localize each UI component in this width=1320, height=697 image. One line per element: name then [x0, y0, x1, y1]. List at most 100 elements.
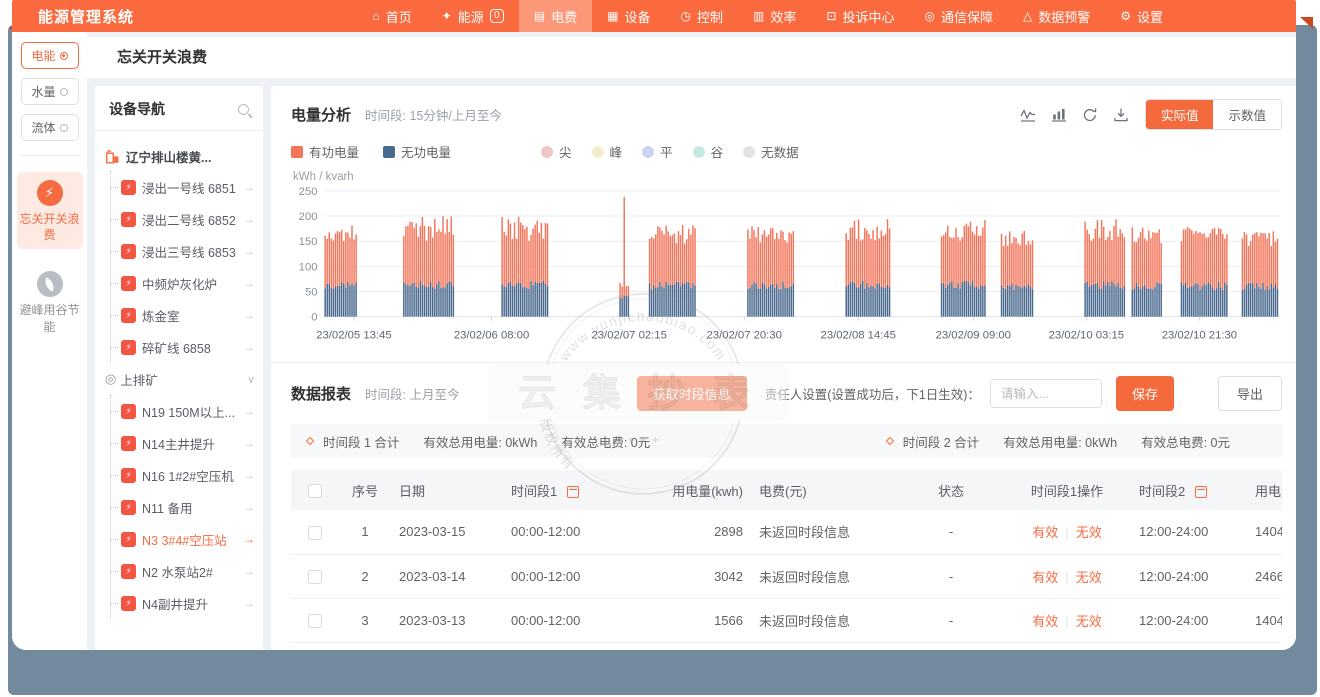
tree-item[interactable]: ⚡ N3 3#4#空压站 → — [111, 523, 255, 555]
legend-tariff[interactable]: 谷 — [693, 142, 724, 161]
toggle-reading-value[interactable]: 示数值 — [1213, 100, 1281, 129]
feature-item-leaf[interactable]: 避峰用谷节能 — [17, 263, 83, 340]
owner-input[interactable] — [990, 379, 1102, 408]
tree-item[interactable]: ⚡ 浸出三号线 6853 → — [111, 235, 255, 267]
tree-item[interactable]: ⚡ N14主井提升 → — [111, 427, 255, 459]
invalid-link[interactable]: 无效 — [1076, 525, 1102, 540]
tree-item[interactable]: ⚡ N16 1#2#空压机 → — [111, 459, 255, 491]
bar-chart-icon[interactable] — [1051, 107, 1067, 123]
calendar-icon[interactable] — [567, 486, 579, 498]
radio-icon — [60, 124, 68, 132]
arrow-right-icon[interactable]: → — [243, 180, 255, 194]
summary-group-2: 时间段 2 合计 有效总用电量: 0kWh 有效总电费: 0元 — [887, 432, 1266, 451]
control-icon: ◷ — [681, 10, 691, 22]
legend-tariff[interactable]: 无数据 — [743, 142, 799, 161]
valid-link[interactable]: 有效 — [1032, 525, 1058, 540]
feature-item-bolt[interactable]: ⚡ 忘关开关浪费 — [17, 172, 83, 249]
summary-fee: 有效总电费: 0元 — [561, 432, 650, 451]
nav-item-label: 通信保障 — [941, 7, 993, 26]
download-icon[interactable] — [1113, 107, 1129, 123]
cell-status: - — [899, 598, 1003, 642]
export-button[interactable]: 导出 — [1218, 376, 1282, 411]
legend-label: 平 — [660, 142, 673, 161]
table-header-0 — [291, 470, 339, 510]
tree-item[interactable]: ⚡ N4副井提升 → — [111, 587, 255, 619]
nav-item-home[interactable]: ⌂ 首页 — [357, 0, 426, 32]
arrow-right-icon[interactable]: → — [243, 308, 255, 322]
cell-actions: 有效|无效 — [1003, 554, 1131, 598]
tree-root-node[interactable]: 辽宁排山楼黄... — [105, 141, 255, 171]
select-all-checkbox[interactable] — [308, 484, 322, 498]
toggle-actual-value[interactable]: 实际值 — [1145, 99, 1215, 130]
tree-item[interactable]: ⚡ N19 150M以上... → — [111, 395, 255, 427]
nav-item-complaint[interactable]: ⊡ 投诉中心 — [811, 0, 909, 32]
nav-item-efficiency[interactable]: ▥ 效率 — [738, 0, 811, 32]
legend-tariff[interactable]: 尖 — [541, 142, 572, 161]
arrow-right-icon[interactable]: → — [243, 436, 255, 450]
arrow-right-icon[interactable]: → — [243, 532, 255, 546]
tree-item[interactable]: ⚡ 浸出一号线 6851 → — [111, 171, 255, 203]
cell-date: 2023-03-15 — [391, 510, 503, 554]
nav-item-settings[interactable]: ⚙ 设置 — [1105, 0, 1178, 32]
mode-button-0[interactable]: 电能 — [21, 42, 79, 69]
mode-button-2[interactable]: 流体 — [21, 114, 79, 141]
svg-text:23/02/10 21:30: 23/02/10 21:30 — [1162, 329, 1237, 341]
sidebar-divider — [20, 155, 79, 156]
period-summary-bar: 时间段 1 合计 有效总用电量: 0kWh 有效总电费: 0元 时间段 2 合计… — [291, 424, 1282, 458]
tree-item[interactable]: ⚡ 中频炉灰化炉 → — [111, 267, 255, 299]
mode-button-1[interactable]: 水量 — [21, 78, 79, 105]
legend-swatch — [291, 146, 303, 158]
legend-tariff[interactable]: 峰 — [592, 142, 623, 161]
valid-link[interactable]: 有效 — [1032, 614, 1058, 629]
arrow-right-icon[interactable]: → — [243, 340, 255, 354]
arrow-right-icon[interactable]: → — [243, 212, 255, 226]
tree-item[interactable]: ⚡ 浸出二号线 6852 → — [111, 203, 255, 235]
legend-series[interactable]: 有功电量 — [291, 142, 359, 161]
search-icon[interactable] — [238, 104, 249, 115]
line-chart-icon[interactable] — [1020, 107, 1036, 123]
cell-seq: 1 — [339, 510, 391, 554]
valid-link[interactable]: 有效 — [1032, 570, 1058, 585]
cell-seq: 2 — [339, 554, 391, 598]
tree-item[interactable]: ⚡ 碎矿线 6858 → — [111, 331, 255, 363]
legend-tariff[interactable]: 平 — [642, 142, 673, 161]
nav-item-fee[interactable]: ▤ 电费 — [519, 0, 592, 32]
nav-item-communication[interactable]: ◎ 通信保障 — [909, 0, 1008, 32]
app-title: 能源管理系统 — [38, 6, 134, 27]
table-header-2: 日期 — [391, 470, 503, 510]
arrow-right-icon[interactable]: → — [243, 276, 255, 290]
arrow-right-icon[interactable]: → — [243, 244, 255, 258]
row-checkbox[interactable] — [308, 614, 322, 628]
svg-text:0: 0 — [311, 312, 317, 324]
invalid-link[interactable]: 无效 — [1076, 614, 1102, 629]
save-button[interactable]: 保存 — [1116, 376, 1174, 411]
calendar-icon[interactable] — [1195, 486, 1207, 498]
communication-icon: ◎ — [924, 10, 934, 22]
nav-item-control[interactable]: ◷ 控制 — [666, 0, 739, 32]
nav-item-device[interactable]: ▦ 设备 — [592, 0, 665, 32]
nav-item-alert[interactable]: △ 数据预警 — [1008, 0, 1105, 32]
arrow-right-icon[interactable]: → — [243, 500, 255, 514]
legend-label: 无数据 — [761, 142, 799, 161]
arrow-right-icon[interactable]: → — [243, 564, 255, 578]
summary-energy: 有效总用电量: 0kWh — [1003, 432, 1117, 451]
tree-item[interactable]: ⚡ N2 水泵站2# → — [111, 555, 255, 587]
legend-series[interactable]: 无功电量 — [383, 142, 451, 161]
invalid-link[interactable]: 无效 — [1076, 570, 1102, 585]
report-table: 序号日期时间段1 用电量(kwh)电费(元)状态时间段1操作时间段2 用电量(k… — [291, 470, 1282, 643]
nav-item-label: 数据预警 — [1038, 7, 1090, 26]
arrow-right-icon[interactable]: → — [243, 404, 255, 418]
row-checkbox[interactable] — [308, 570, 322, 584]
nav-item-energy[interactable]: ✦ 能源 0 — [427, 0, 519, 32]
cell-actions: 有效|无效 — [1003, 598, 1131, 642]
tree-group-node[interactable]: ◎上排矿∨ — [105, 363, 255, 395]
arrow-right-icon[interactable]: → — [243, 468, 255, 482]
fetch-period-button[interactable]: 获取时段信息 — [637, 376, 747, 411]
refresh-icon[interactable] — [1082, 107, 1098, 123]
tree-item[interactable]: ⚡ N11 备用 → — [111, 491, 255, 523]
diamond-icon — [886, 437, 894, 445]
cell-actions: 有效|无效 — [1003, 510, 1131, 554]
tree-item[interactable]: ⚡ 炼金室 → — [111, 299, 255, 331]
row-checkbox[interactable] — [308, 526, 322, 540]
arrow-right-icon[interactable]: → — [243, 596, 255, 610]
